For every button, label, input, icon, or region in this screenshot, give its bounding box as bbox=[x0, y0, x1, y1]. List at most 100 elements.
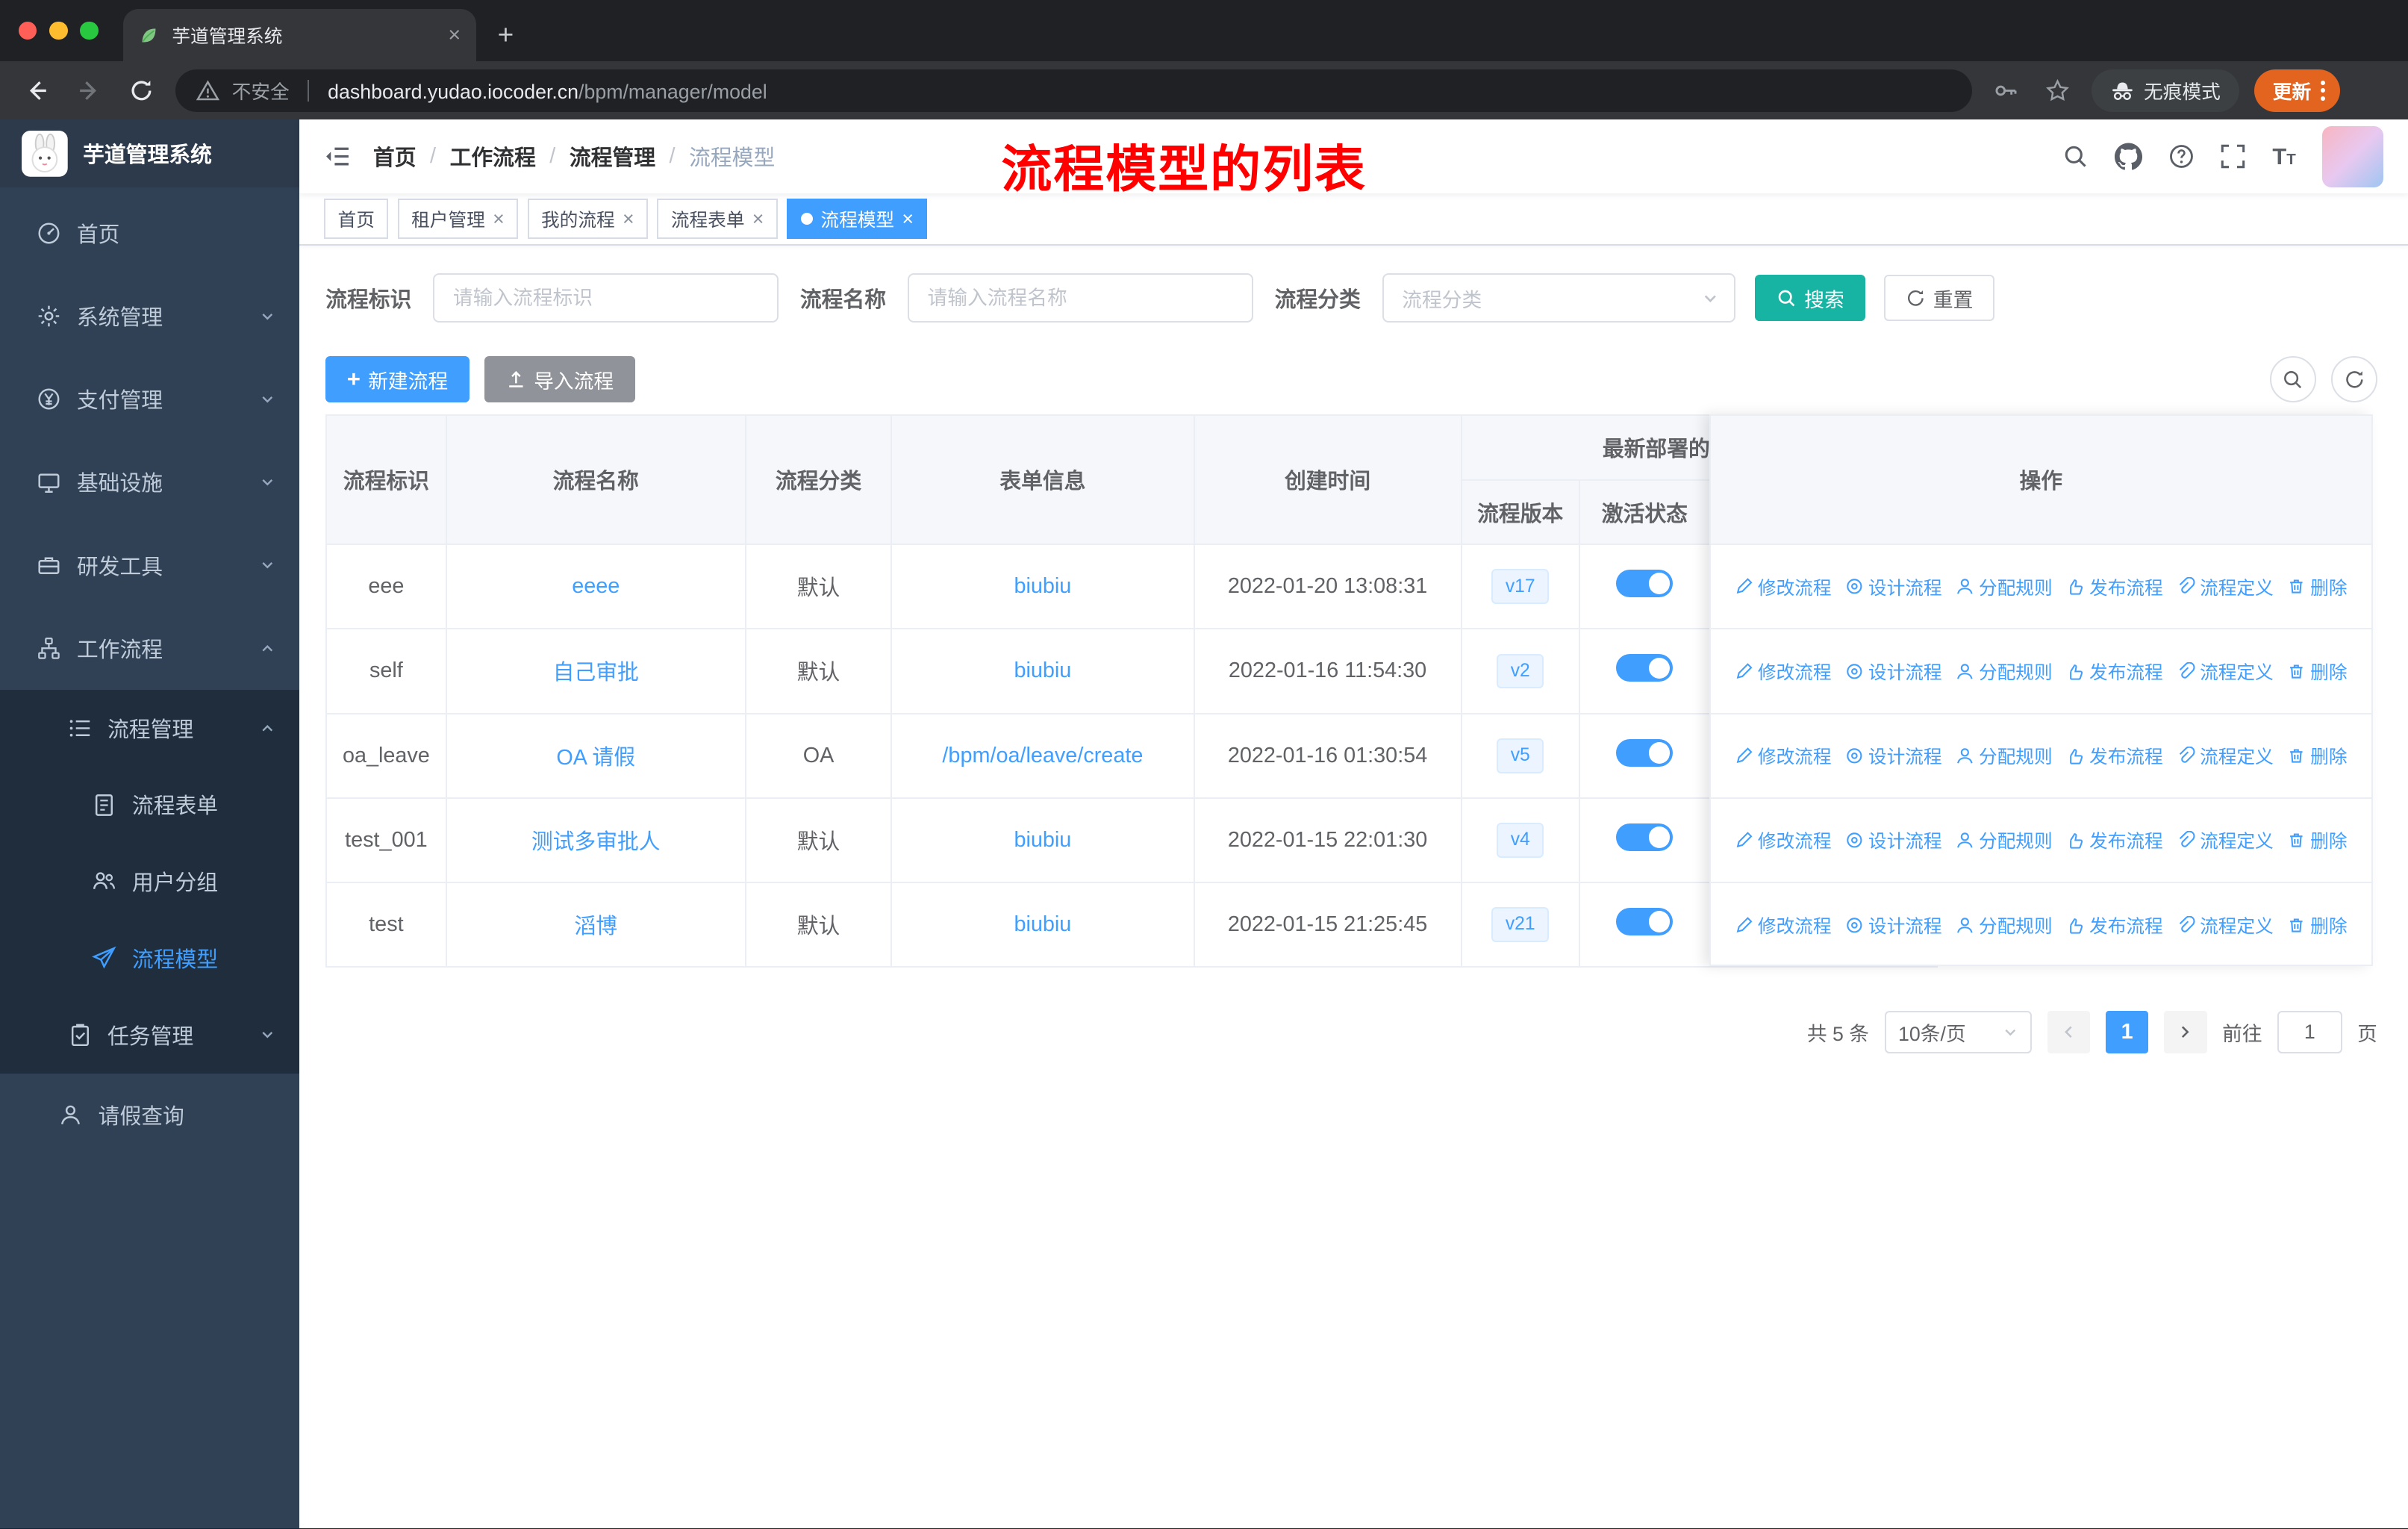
menu-dots-icon[interactable] bbox=[2320, 80, 2325, 101]
search-icon[interactable] bbox=[2062, 143, 2089, 169]
import-process-button[interactable]: 导入流程 bbox=[484, 356, 635, 402]
process-name-link[interactable]: OA 请假 bbox=[556, 746, 635, 770]
breadcrumb-item-process-management[interactable]: 流程管理 bbox=[570, 141, 655, 172]
create-process-button[interactable]: + 新建流程 bbox=[325, 356, 470, 402]
key-icon[interactable] bbox=[1987, 72, 2024, 109]
github-icon[interactable] bbox=[2114, 143, 2142, 170]
process-name-link[interactable]: 测试多审批人 bbox=[531, 830, 661, 854]
breadcrumb-item-home[interactable]: 首页 bbox=[373, 141, 417, 172]
fullscreen-icon[interactable] bbox=[2220, 143, 2246, 169]
address-bar[interactable]: 不安全 dashboard.yudao.iocoder.cn/bpm/manag… bbox=[175, 69, 1972, 113]
new-tab-button[interactable]: + bbox=[498, 19, 514, 51]
process-name-link[interactable]: 滔博 bbox=[574, 915, 617, 938]
tag-process-model[interactable]: 流程模型 × bbox=[787, 199, 928, 239]
process-name-input[interactable] bbox=[907, 273, 1253, 323]
close-icon[interactable]: × bbox=[623, 208, 634, 229]
action-definition-link[interactable]: 流程定义 bbox=[2177, 912, 2274, 938]
sidebar-item-infrastructure[interactable]: 基础设施 bbox=[0, 440, 299, 523]
active-toggle[interactable] bbox=[1616, 823, 1674, 851]
search-button[interactable]: 搜索 bbox=[1755, 275, 1866, 321]
sidebar-item-process-model[interactable]: 流程模型 bbox=[0, 920, 299, 997]
action-publish-link[interactable]: 发布流程 bbox=[2066, 912, 2163, 938]
action-publish-link[interactable]: 发布流程 bbox=[2066, 826, 2163, 853]
active-toggle[interactable] bbox=[1616, 654, 1674, 682]
prev-page-button[interactable] bbox=[2047, 1010, 2091, 1054]
action-design-link[interactable]: 设计流程 bbox=[1845, 912, 1942, 938]
action-assign-link[interactable]: 分配规则 bbox=[1956, 573, 2053, 600]
action-edit-link[interactable]: 修改流程 bbox=[1735, 742, 1832, 769]
browser-tab[interactable]: 芋道管理系统 × bbox=[122, 9, 476, 62]
action-edit-link[interactable]: 修改流程 bbox=[1735, 912, 1832, 938]
action-design-link[interactable]: 设计流程 bbox=[1845, 826, 1942, 853]
sidebar-logo[interactable]: 芋道管理系统 bbox=[0, 119, 300, 187]
sidebar-item-process-management[interactable]: 流程管理 bbox=[0, 690, 299, 767]
sidebar-item-system[interactable]: 系统管理 bbox=[0, 275, 299, 358]
goto-page-input[interactable] bbox=[2277, 1010, 2342, 1054]
form-info-link[interactable]: biubiu bbox=[1014, 658, 1071, 682]
action-design-link[interactable]: 设计流程 bbox=[1845, 573, 1942, 600]
sidebar-item-task-management[interactable]: 任务管理 bbox=[0, 997, 299, 1074]
action-assign-link[interactable]: 分配规则 bbox=[1956, 912, 2053, 938]
tab-close-icon[interactable]: × bbox=[448, 25, 461, 46]
sidebar-item-process-form[interactable]: 流程表单 bbox=[0, 767, 299, 844]
close-icon[interactable]: × bbox=[493, 208, 505, 229]
minimize-window-button[interactable] bbox=[49, 21, 68, 40]
active-toggle[interactable] bbox=[1616, 907, 1674, 935]
action-publish-link[interactable]: 发布流程 bbox=[2066, 742, 2163, 769]
font-size-icon[interactable]: TT bbox=[2272, 143, 2295, 170]
action-delete-link[interactable]: 删除 bbox=[2287, 912, 2348, 938]
sidebar-item-user-group[interactable]: 用户分组 bbox=[0, 843, 299, 920]
zoom-window-button[interactable] bbox=[79, 21, 99, 40]
form-info-link[interactable]: biubiu bbox=[1014, 828, 1071, 852]
tag-my-process[interactable]: 我的流程 × bbox=[527, 199, 649, 239]
forward-button[interactable] bbox=[71, 72, 107, 109]
action-delete-link[interactable]: 删除 bbox=[2287, 573, 2348, 600]
sidebar-item-workflow[interactable]: 工作流程 bbox=[0, 607, 299, 690]
action-publish-link[interactable]: 发布流程 bbox=[2066, 658, 2163, 685]
form-info-link[interactable]: /bpm/oa/leave/create bbox=[942, 744, 1143, 767]
breadcrumb-item-workflow[interactable]: 工作流程 bbox=[450, 141, 536, 172]
action-design-link[interactable]: 设计流程 bbox=[1845, 658, 1942, 685]
active-toggle[interactable] bbox=[1616, 738, 1674, 767]
action-definition-link[interactable]: 流程定义 bbox=[2177, 573, 2274, 600]
fold-sidebar-button[interactable] bbox=[324, 143, 352, 170]
star-icon[interactable] bbox=[2039, 72, 2076, 109]
action-edit-link[interactable]: 修改流程 bbox=[1735, 573, 1832, 600]
action-definition-link[interactable]: 流程定义 bbox=[2177, 742, 2274, 769]
close-window-button[interactable] bbox=[18, 21, 37, 40]
back-button[interactable] bbox=[19, 72, 55, 109]
action-definition-link[interactable]: 流程定义 bbox=[2177, 826, 2274, 853]
page-size-select[interactable]: 10条/页 bbox=[1884, 1010, 2033, 1054]
action-design-link[interactable]: 设计流程 bbox=[1845, 742, 1942, 769]
form-info-link[interactable]: biubiu bbox=[1014, 912, 1071, 936]
close-icon[interactable]: × bbox=[752, 208, 764, 229]
action-assign-link[interactable]: 分配规则 bbox=[1956, 658, 2053, 685]
reset-button[interactable]: 重置 bbox=[1884, 275, 1995, 321]
next-page-button[interactable] bbox=[2163, 1010, 2207, 1054]
page-1-button[interactable]: 1 bbox=[2105, 1010, 2149, 1054]
process-name-link[interactable]: eeee bbox=[572, 574, 620, 598]
process-key-input[interactable] bbox=[433, 273, 779, 323]
refresh-button[interactable] bbox=[2331, 356, 2377, 402]
tag-tenant-management[interactable]: 租户管理 × bbox=[397, 199, 519, 239]
active-toggle[interactable] bbox=[1616, 570, 1674, 598]
update-button[interactable]: 更新 bbox=[2254, 69, 2341, 113]
form-info-link[interactable]: biubiu bbox=[1014, 574, 1071, 598]
tag-process-form[interactable]: 流程表单 × bbox=[657, 199, 778, 239]
sidebar-item-home[interactable]: 首页 bbox=[0, 192, 299, 275]
sidebar-item-leave-query[interactable]: 请假查询 bbox=[0, 1074, 299, 1156]
action-edit-link[interactable]: 修改流程 bbox=[1735, 826, 1832, 853]
reload-button[interactable] bbox=[123, 72, 160, 109]
close-icon[interactable]: × bbox=[902, 208, 914, 229]
action-assign-link[interactable]: 分配规则 bbox=[1956, 826, 2053, 853]
action-assign-link[interactable]: 分配规则 bbox=[1956, 742, 2053, 769]
action-publish-link[interactable]: 发布流程 bbox=[2066, 573, 2163, 600]
sidebar-item-devtools[interactable]: 研发工具 bbox=[0, 524, 299, 607]
action-delete-link[interactable]: 删除 bbox=[2287, 826, 2348, 853]
process-name-link[interactable]: 自己审批 bbox=[553, 661, 639, 685]
action-edit-link[interactable]: 修改流程 bbox=[1735, 658, 1832, 685]
action-delete-link[interactable]: 删除 bbox=[2287, 742, 2348, 769]
sidebar-item-payment[interactable]: 支付管理 bbox=[0, 358, 299, 440]
toggle-search-button[interactable] bbox=[2269, 356, 2316, 402]
tag-home[interactable]: 首页 bbox=[324, 199, 389, 239]
